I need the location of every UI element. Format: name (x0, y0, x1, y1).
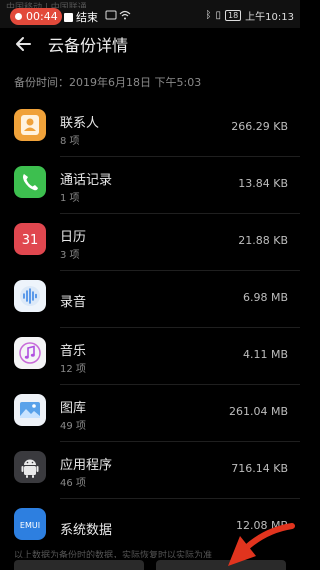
list-item[interactable]: 图库 49 项 261.04 MB (0, 385, 300, 442)
message-icon (105, 10, 117, 20)
calendar-icon: 31 (14, 223, 46, 255)
music-icon (14, 337, 46, 369)
wifi-icon (119, 10, 131, 20)
list-item[interactable]: 应用程序 46 项 716.14 KB (0, 442, 300, 499)
item-name: 图库 (60, 401, 87, 416)
backup-time: 备份时间：2019年6月18日 下午5:03 (14, 76, 202, 89)
item-count: 3 项 (60, 250, 80, 261)
item-name: 应用程序 (60, 458, 113, 473)
item-size: 4.11 MB (242, 348, 288, 361)
item-count: 8 项 (60, 136, 80, 147)
list-item[interactable]: 通话记录 1 项 13.84 KB (0, 157, 300, 214)
record-dot-icon (15, 13, 22, 20)
bottom-left-button[interactable] (14, 560, 144, 570)
item-size: 261.04 MB (228, 405, 288, 418)
status-right: ᛒ ▯ 18 上午10:13 (205, 8, 294, 23)
status-icons (105, 10, 131, 20)
vibrate-icon: ▯ (215, 10, 221, 21)
status-bar: 中国移动 | 中国联通 00:44 结束 ᛒ ▯ 18 上午10:13 (0, 0, 300, 28)
page-title: 云备份详情 (48, 36, 129, 55)
item-size: 13.84 KB (238, 177, 288, 190)
gallery-icon (14, 394, 46, 426)
item-size: 266.29 KB (231, 120, 288, 133)
emui-icon-text: EMUI (20, 521, 40, 530)
item-count: 1 项 (60, 193, 80, 204)
stop-label: 结束 (76, 11, 98, 24)
stop-record-button[interactable]: 结束 (64, 9, 98, 25)
item-name: 通话记录 (60, 173, 113, 188)
phone-icon (14, 166, 46, 198)
record-time: 00:44 (26, 10, 58, 23)
item-size: 716.14 KB (231, 462, 288, 475)
carrier-label: 中国移动 | 中国联通 (6, 3, 87, 8)
item-count: 49 项 (60, 421, 86, 432)
backup-item-list: 联系人 8 项 266.29 KB 通话记录 1 项 13.84 KB 31 日… (0, 100, 300, 556)
list-item[interactable]: 音乐 12 项 4.11 MB (0, 328, 300, 385)
item-count: 12 项 (60, 364, 86, 375)
item-name: 日历 (60, 230, 87, 245)
item-size: 21.88 KB (238, 234, 288, 247)
list-item[interactable]: 31 日历 3 项 21.88 KB (0, 214, 300, 271)
red-arrow-annotation-icon (228, 523, 295, 566)
list-item[interactable]: 联系人 8 项 266.29 KB (0, 100, 300, 157)
stop-icon (64, 12, 73, 22)
battery-icon: 18 (224, 10, 242, 21)
screen-record-indicator[interactable]: 00:44 (10, 8, 62, 25)
app-header: 云备份详情 (0, 28, 300, 60)
calendar-icon-text: 31 (22, 233, 39, 248)
emui-icon: EMUI (14, 508, 46, 540)
back-arrow-icon[interactable] (10, 30, 38, 58)
contacts-icon (14, 109, 46, 141)
recorder-icon (14, 280, 46, 312)
item-size: 6.98 MB (242, 291, 288, 304)
item-name: 联系人 (60, 116, 100, 131)
list-item[interactable]: 录音 6.98 MB (0, 271, 300, 328)
bluetooth-icon: ᛒ (205, 10, 212, 21)
item-count: 46 项 (60, 478, 86, 489)
item-name: 系统数据 (60, 523, 113, 538)
item-name: 音乐 (60, 344, 87, 359)
clock: 上午10:13 (245, 12, 294, 23)
android-icon (14, 451, 46, 483)
item-name: 录音 (60, 295, 87, 310)
